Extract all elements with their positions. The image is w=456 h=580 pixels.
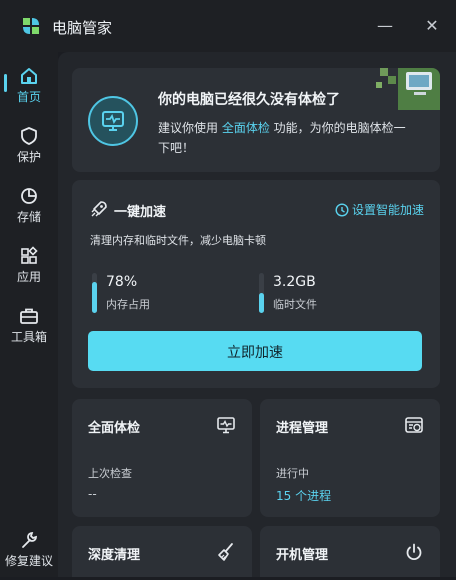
- full-checkup-title: 全面体检: [88, 421, 141, 436]
- close-button[interactable]: ✕: [420, 14, 444, 38]
- full-checkup-card[interactable]: 全面体检 上次检查 --: [72, 399, 252, 517]
- full-checkup-link[interactable]: 全面体检: [222, 121, 270, 135]
- speedup-card: 一键加速 设置智能加速 清理内存和临时文件，减少电脑卡顿 78% 内存占用 3.…: [72, 180, 440, 388]
- broom-icon: [218, 543, 233, 561]
- wrench-icon: [22, 532, 37, 548]
- app-logo-icon: [23, 18, 39, 34]
- checkup-reminder-banner[interactable]: 你的电脑已经很久没有体检了 建议你使用 全面体检 功能，为你的电脑体检一下吧！: [72, 68, 440, 172]
- home-icon: [21, 68, 37, 84]
- process-management-title: 进程管理: [276, 421, 329, 436]
- sidebar-item-label: 首页: [16, 90, 41, 104]
- deep-clean-title: 深度清理: [88, 548, 141, 563]
- speedup-title: 一键加速: [114, 205, 167, 220]
- main-content: 你的电脑已经很久没有体检了 建议你使用 全面体检 功能，为你的电脑体检一下吧！ …: [58, 52, 456, 577]
- sidebar-item-storage[interactable]: 存储: [0, 180, 58, 236]
- apps-grid-icon: [21, 246, 38, 264]
- temp-files-value: 3.2GB: [273, 274, 316, 290]
- temp-files-fill: [259, 293, 264, 313]
- sidebar-item-label: 工具箱: [10, 330, 47, 344]
- sidebar-item-apps[interactable]: 应用: [0, 240, 58, 296]
- temp-files-meter: [259, 273, 264, 313]
- sidebar-item-home[interactable]: 首页: [0, 60, 58, 116]
- process-count-link[interactable]: 15 个进程: [276, 487, 331, 504]
- process-window-icon: [405, 417, 423, 433]
- deep-clean-card[interactable]: 深度清理: [72, 526, 252, 577]
- memory-usage-fill: [92, 282, 97, 313]
- active-indicator: [4, 74, 7, 92]
- sidebar-item-label: 修复建议: [4, 554, 53, 568]
- sidebar-item-repair[interactable]: 修复建议: [0, 524, 58, 580]
- process-status-label: 进行中: [276, 467, 309, 480]
- sidebar-item-label: 应用: [16, 270, 41, 284]
- monitor-pulse-icon: [217, 417, 235, 434]
- memory-usage-meter: [92, 273, 97, 313]
- banner-text-before: 建议你使用: [158, 121, 222, 135]
- process-management-card[interactable]: 进程管理 进行中 15 个进程: [260, 399, 440, 517]
- startup-management-title: 开机管理: [276, 548, 329, 563]
- banner-decoration: [376, 68, 440, 110]
- pie-chart-icon: [21, 188, 37, 204]
- speedup-now-button[interactable]: 立即加速: [88, 331, 422, 371]
- title-bar: 电脑管家 — ✕: [0, 0, 456, 52]
- last-check-label: 上次检查: [88, 467, 132, 480]
- sidebar-item-protect[interactable]: 保护: [0, 120, 58, 176]
- startup-management-card[interactable]: 开机管理: [260, 526, 440, 577]
- minimize-button[interactable]: —: [373, 14, 397, 38]
- memory-usage-value: 78%: [106, 274, 138, 290]
- sidebar: 首页 保护 存储 应用 工具箱 修复建议: [0, 52, 58, 577]
- sidebar-item-toolbox[interactable]: 工具箱: [0, 300, 58, 356]
- banner-title: 你的电脑已经很久没有体检了: [158, 92, 340, 108]
- toolbox-icon: [20, 308, 38, 324]
- smart-speedup-settings-link[interactable]: 设置智能加速: [335, 201, 424, 218]
- sidebar-item-label: 保护: [16, 150, 41, 164]
- last-check-value: --: [88, 487, 97, 501]
- health-monitor-icon: [88, 96, 138, 146]
- banner-text: 建议你使用 全面体检 功能，为你的电脑体检一下吧！: [158, 118, 408, 158]
- memory-usage-label: 内存占用: [106, 298, 150, 311]
- smart-speedup-label: 设置智能加速: [351, 203, 424, 217]
- rocket-icon: [91, 201, 107, 217]
- settings-clock-icon: [335, 203, 349, 217]
- shield-icon: [21, 127, 37, 145]
- app-title: 电脑管家: [52, 19, 113, 37]
- power-icon: [406, 543, 422, 561]
- sidebar-item-label: 存储: [16, 210, 41, 224]
- speedup-description: 清理内存和临时文件，减少电脑卡顿: [90, 234, 266, 247]
- temp-files-label: 临时文件: [273, 298, 317, 311]
